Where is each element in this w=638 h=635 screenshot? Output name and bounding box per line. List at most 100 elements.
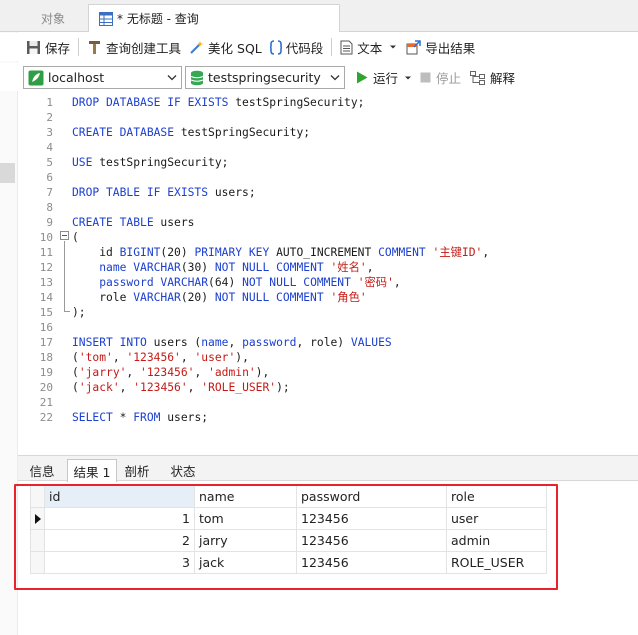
column-header-password[interactable]: password (296, 485, 447, 508)
database-select-value: testspringsecurity (208, 70, 321, 85)
cell-password[interactable]: 123456 (296, 507, 447, 530)
line-number: 6 (46, 171, 53, 184)
line-number: 10 (39, 231, 53, 244)
run-button[interactable]: 运行 (356, 68, 413, 87)
beautify-sql-label: 美化 SQL (208, 40, 262, 56)
query-builder-icon (89, 40, 101, 54)
code-token: PRIMARY KEY (194, 246, 277, 259)
connection-select-value: localhost (48, 70, 105, 85)
stop-button[interactable]: 停止 (420, 68, 461, 87)
text-menu-button[interactable]: 文本 (336, 35, 402, 59)
code-token: , (187, 381, 202, 394)
row-selector[interactable] (30, 507, 45, 530)
line-number: 9 (46, 216, 53, 229)
column-header-id[interactable]: id (44, 485, 195, 508)
cell-password[interactable]: 123456 (296, 551, 447, 574)
tab-result-1[interactable]: 结果 1 (67, 459, 117, 482)
code-token: role (72, 291, 134, 304)
line-number: 17 (39, 336, 53, 349)
code-token: 'user' (194, 351, 236, 364)
cell-password[interactable]: 123456 (296, 529, 447, 552)
code-token: NOT NULL COMMENT (214, 261, 331, 274)
result-grid: id name password role 1 tom 123456 user … (18, 482, 638, 635)
code-token: '123456' (126, 351, 181, 364)
code-token: '密码' (357, 276, 394, 289)
tab-query[interactable]: * 无标题 - 查询 (88, 4, 340, 32)
tab-status[interactable]: 状态 (161, 459, 205, 482)
code-token: NOT NULL COMMENT (214, 291, 331, 304)
fold-toggle-icon[interactable] (60, 231, 69, 240)
code-token: NOT NULL COMMENT (242, 276, 358, 289)
save-button[interactable]: 保存 (22, 35, 74, 59)
line-number: 7 (46, 186, 53, 199)
line-number-gutter: 1 2 3 4 5 6 7 8 9 10 11 12 13 14 15 16 17 18 19 20 21 22 (18, 92, 58, 454)
line-number: 3 (46, 126, 53, 139)
export-results-label: 导出结果 (425, 40, 476, 56)
left-rail (0, 32, 18, 635)
current-row-arrow-icon (35, 513, 41, 524)
code-line: role VARCHAR(20) NOT NULL COMMENT '角色' (72, 290, 367, 305)
code-token: '姓名' (330, 261, 367, 274)
code-line: INSERT INTO users (name, password, role)… (72, 335, 392, 350)
code-snippet-icon (269, 39, 282, 55)
column-header-role[interactable]: role (446, 485, 547, 508)
stop-icon (420, 72, 431, 83)
connection-toolbar: localhost testspringsecurity 运行 停止 解释 (0, 63, 638, 91)
query-builder-button[interactable]: 查询创建工具 (83, 35, 185, 59)
cell-role[interactable]: ROLE_USER (446, 551, 547, 574)
result-tabs: 信息 结果 1 剖析 状态 (18, 455, 638, 482)
code-token: testSpringSecurity; (99, 156, 229, 169)
cell-name[interactable]: tom (194, 507, 297, 530)
code-line: password VARCHAR(64) NOT NULL COMMENT '密… (72, 275, 400, 290)
save-label: 保存 (45, 40, 71, 56)
code-token: 'tom' (78, 351, 113, 364)
run-label: 运行 (373, 71, 399, 86)
code-token: , (366, 261, 374, 274)
explain-button[interactable]: 解释 (470, 68, 515, 87)
table-row[interactable]: 3 jack 123456 ROLE_USER (30, 551, 547, 574)
cell-name[interactable]: jarry (194, 529, 297, 552)
cell-id[interactable]: 1 (44, 507, 195, 530)
line-number: 14 (39, 291, 53, 304)
code-snippet-button[interactable]: 代码段 (266, 35, 328, 59)
code-line: CREATE DATABASE testSpringSecurity; (72, 125, 310, 140)
tab-objects[interactable]: 对象 (18, 4, 88, 32)
query-builder-label: 查询创建工具 (106, 40, 182, 56)
code-token: ), (255, 366, 270, 379)
code-token: users; (214, 186, 256, 199)
table-row[interactable]: 1 tom 123456 user (30, 507, 547, 530)
code-line: CREATE TABLE users (72, 215, 194, 230)
row-selector[interactable] (30, 529, 45, 552)
export-results-button[interactable]: 导出结果 (402, 35, 479, 59)
code-line: USE testSpringSecurity; (72, 155, 228, 170)
table-header-row: id name password role (30, 485, 547, 508)
code-token: testSpringSecurity; (235, 96, 365, 109)
row-selector[interactable] (30, 551, 45, 574)
stop-label: 停止 (436, 71, 462, 86)
code-token: 'admin' (208, 366, 256, 379)
line-number: 15 (39, 306, 53, 319)
database-select[interactable]: testspringsecurity (185, 66, 345, 89)
connection-select[interactable]: localhost (23, 66, 182, 89)
table-row[interactable]: 2 jarry 123456 admin (30, 529, 547, 552)
tab-profile[interactable]: 剖析 (117, 459, 157, 482)
cell-role[interactable]: user (446, 507, 547, 530)
beautify-sql-button[interactable]: 美化 SQL (185, 35, 266, 59)
code-token: CREATE DATABASE (72, 126, 181, 139)
code-token: , (194, 366, 209, 379)
cell-id[interactable]: 2 (44, 529, 195, 552)
database-chevron-down-icon (330, 75, 340, 81)
code-token: name VARCHAR (99, 261, 181, 274)
cell-name[interactable]: jack (194, 551, 297, 574)
fold-guide (64, 241, 65, 311)
line-number: 16 (39, 321, 53, 334)
code-token: password (242, 336, 297, 349)
code-token: '角色' (330, 291, 367, 304)
cell-role[interactable]: admin (446, 529, 547, 552)
column-header-name[interactable]: name (194, 485, 297, 508)
cell-id[interactable]: 3 (44, 551, 195, 574)
tab-info[interactable]: 信息 (18, 459, 66, 482)
sql-editor[interactable]: 1 2 3 4 5 6 7 8 9 10 11 12 13 14 15 16 17 18 19 20 21 22 DROP… (18, 92, 638, 454)
line-number: 4 (46, 141, 53, 154)
